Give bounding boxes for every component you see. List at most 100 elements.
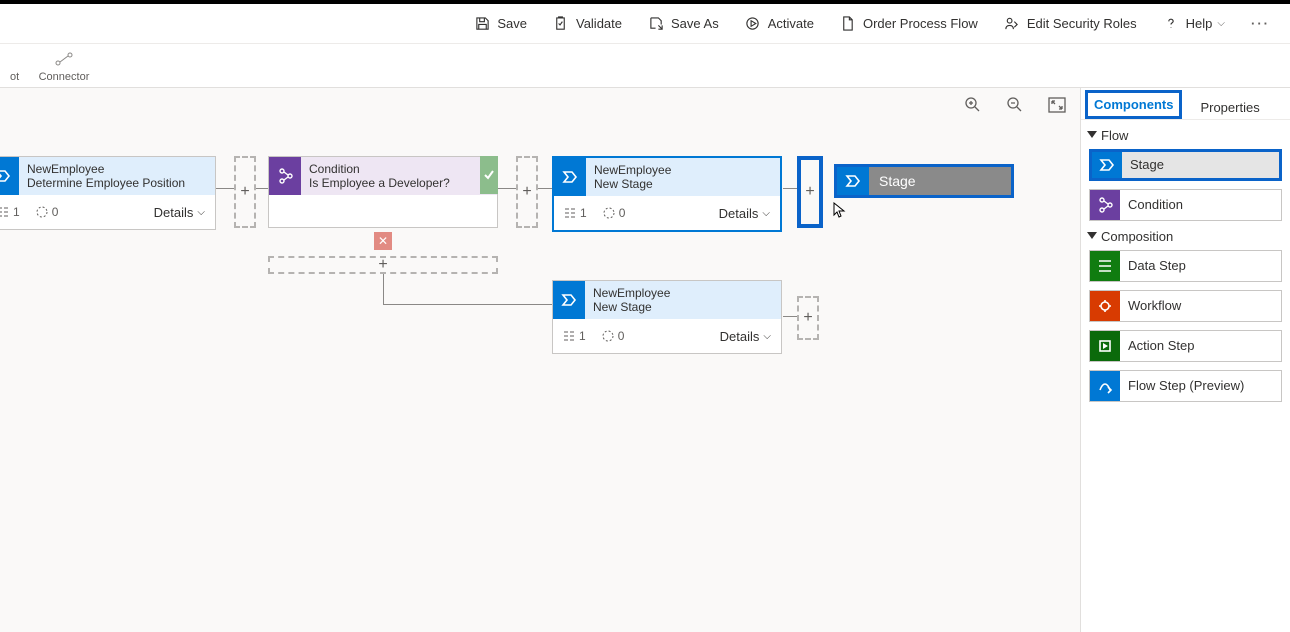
component-action-step[interactable]: Action Step bbox=[1089, 330, 1282, 362]
condition-title: Condition bbox=[309, 162, 497, 176]
mouse-cursor bbox=[832, 202, 848, 218]
connector-line bbox=[783, 316, 797, 317]
designer-canvas[interactable]: NewEmployee Determine Employee Position … bbox=[0, 88, 1080, 632]
component-action-step-label: Action Step bbox=[1120, 339, 1195, 354]
activate-button[interactable]: Activate bbox=[745, 16, 814, 32]
stage-icon bbox=[0, 157, 19, 195]
details-toggle[interactable]: Details ⌵ bbox=[720, 329, 771, 344]
component-workflow[interactable]: Workflow bbox=[1089, 290, 1282, 322]
condition-icon bbox=[1090, 190, 1120, 220]
stage-node-determine-position[interactable]: NewEmployee Determine Employee Position … bbox=[0, 156, 216, 230]
duration-count: 0 bbox=[36, 205, 59, 219]
activate-label: Activate bbox=[768, 16, 814, 31]
save-as-button[interactable]: Save As bbox=[648, 16, 719, 32]
action-step-icon bbox=[1090, 331, 1120, 361]
stage-entity: NewEmployee bbox=[594, 163, 780, 177]
stage-icon bbox=[553, 281, 585, 319]
zoom-controls bbox=[964, 96, 1066, 114]
component-data-step[interactable]: Data Step bbox=[1089, 250, 1282, 282]
stage-node-new-top[interactable]: NewEmployee New Stage 1 0 Details ⌵ bbox=[552, 156, 782, 232]
section-flow-header[interactable]: Flow bbox=[1081, 120, 1290, 149]
stage-name: Determine Employee Position bbox=[27, 176, 215, 190]
condition-icon bbox=[269, 157, 301, 195]
stage-icon bbox=[1092, 152, 1122, 178]
component-workflow-label: Workflow bbox=[1120, 299, 1181, 314]
details-toggle[interactable]: Details ⌵ bbox=[154, 205, 205, 220]
security-roles-icon bbox=[1004, 16, 1020, 32]
chevron-down-icon: ⌵ bbox=[197, 207, 205, 218]
ribbon-bar: ot Connector bbox=[0, 44, 1290, 88]
validate-label: Validate bbox=[576, 16, 622, 31]
edit-security-label: Edit Security Roles bbox=[1027, 16, 1137, 31]
edit-security-button[interactable]: Edit Security Roles bbox=[1004, 16, 1137, 32]
zoom-in-button[interactable] bbox=[964, 96, 982, 114]
save-button[interactable]: Save bbox=[474, 16, 527, 32]
steps-count: 1 bbox=[0, 205, 20, 219]
flow-step-icon bbox=[1090, 371, 1120, 401]
data-step-icon bbox=[1090, 251, 1120, 281]
order-flow-button[interactable]: Order Process Flow bbox=[840, 16, 978, 32]
condition-node[interactable]: Condition Is Employee a Developer? bbox=[268, 156, 498, 228]
document-icon bbox=[840, 16, 856, 32]
connector-button[interactable]: Connector bbox=[34, 52, 94, 83]
save-as-label: Save As bbox=[671, 16, 719, 31]
snapshot-label-trunc: ot bbox=[10, 71, 19, 83]
tab-components[interactable]: Components bbox=[1085, 90, 1182, 119]
stage-entity: NewEmployee bbox=[593, 286, 781, 300]
stage-name: New Stage bbox=[593, 300, 781, 314]
zoom-out-button[interactable] bbox=[1006, 96, 1024, 114]
section-composition-header[interactable]: Composition bbox=[1081, 221, 1290, 250]
condition-question: Is Employee a Developer? bbox=[309, 176, 497, 190]
duration-count: 0 bbox=[603, 206, 626, 220]
tab-properties[interactable]: Properties bbox=[1194, 96, 1265, 119]
save-icon bbox=[474, 16, 490, 32]
stage-node-new-bottom[interactable]: NewEmployee New Stage 1 0 Details ⌵ bbox=[552, 280, 782, 354]
drop-slot-below[interactable]: + bbox=[268, 256, 498, 274]
component-condition-label: Condition bbox=[1120, 198, 1183, 213]
help-icon bbox=[1163, 16, 1179, 32]
command-bar: Save Validate Save As Activate Order Pro… bbox=[0, 4, 1290, 44]
help-button[interactable]: Help ⌵ bbox=[1163, 16, 1225, 32]
component-condition[interactable]: Condition bbox=[1089, 189, 1282, 221]
drag-ghost-stage: Stage bbox=[834, 164, 1014, 198]
drop-slot[interactable]: + bbox=[797, 296, 819, 340]
stage-icon bbox=[837, 167, 869, 195]
component-flow-step[interactable]: Flow Step (Preview) bbox=[1089, 370, 1282, 402]
details-toggle[interactable]: Details ⌵ bbox=[719, 206, 770, 221]
component-data-step-label: Data Step bbox=[1120, 259, 1186, 274]
chevron-down-icon: ⌵ bbox=[763, 331, 771, 342]
expand-triangle-icon bbox=[1087, 232, 1097, 239]
section-flow-label: Flow bbox=[1101, 128, 1128, 143]
activate-icon bbox=[745, 16, 761, 32]
connector-line bbox=[783, 188, 797, 189]
drop-slot[interactable]: + bbox=[234, 156, 256, 228]
fit-to-screen-button[interactable] bbox=[1048, 97, 1066, 113]
component-stage[interactable]: Stage bbox=[1089, 149, 1282, 181]
more-button[interactable]: ··· bbox=[1251, 16, 1270, 31]
connector-line bbox=[216, 188, 234, 189]
stage-icon bbox=[554, 158, 586, 196]
validate-button[interactable]: Validate bbox=[553, 16, 622, 32]
steps-count: 1 bbox=[563, 329, 586, 343]
save-label: Save bbox=[497, 16, 527, 31]
drag-ghost-label: Stage bbox=[869, 173, 916, 189]
connector-line bbox=[498, 188, 516, 189]
stage-entity: NewEmployee bbox=[27, 162, 215, 176]
component-stage-label: Stage bbox=[1122, 158, 1164, 173]
drop-slot[interactable]: + bbox=[516, 156, 538, 228]
connector-line bbox=[538, 188, 552, 189]
clipboard-check-icon bbox=[553, 16, 569, 32]
connector-label: Connector bbox=[39, 71, 90, 83]
section-composition-label: Composition bbox=[1101, 229, 1173, 244]
connector-line bbox=[256, 188, 268, 189]
snapshot-button[interactable]: ot bbox=[10, 54, 34, 83]
condition-no-indicator: ✕ bbox=[374, 232, 392, 250]
connector-icon bbox=[55, 52, 73, 69]
drop-slot-active[interactable]: + bbox=[797, 156, 823, 228]
workflow-icon bbox=[1090, 291, 1120, 321]
order-flow-label: Order Process Flow bbox=[863, 16, 978, 31]
stage-name: New Stage bbox=[594, 177, 780, 191]
chevron-down-icon: ⌵ bbox=[762, 208, 770, 219]
save-as-icon bbox=[648, 16, 664, 32]
connector-line bbox=[383, 304, 552, 305]
